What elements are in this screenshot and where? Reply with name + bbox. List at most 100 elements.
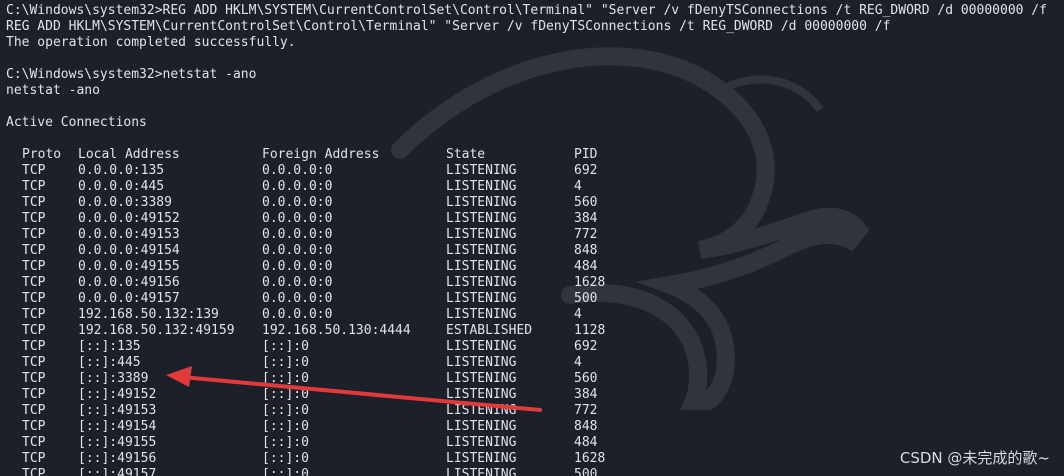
cell-proto: TCP: [22, 387, 46, 402]
cell-local-address: [::]:49157: [78, 467, 157, 476]
cell-proto: TCP: [22, 259, 46, 274]
cell-local-address: 0.0.0.0:49157: [78, 291, 180, 306]
cell-pid: 4: [574, 307, 582, 322]
cell-pid: 384: [574, 211, 598, 226]
cell-local-address: [::]:49156: [78, 451, 157, 466]
cell-state: LISTENING: [446, 435, 517, 450]
table-row: TCP 0.0.0.0:49156 0.0.0.0:0 LISTENING 1628: [6, 275, 1064, 291]
cell-proto: TCP: [22, 243, 46, 258]
cell-state: LISTENING: [446, 403, 517, 418]
cell-local-address: [::]:49153: [78, 403, 157, 418]
terminal-output[interactable]: C:\Windows\system32>REG ADD HKLM\SYSTEM\…: [6, 3, 1064, 476]
table-row: TCP 0.0.0.0:49155 0.0.0.0:0 LISTENING 484: [6, 259, 1064, 275]
cell-foreign-address: 0.0.0.0:0: [262, 259, 333, 274]
table-row: TCP 0.0.0.0:445 0.0.0.0:0 LISTENING 4: [6, 179, 1064, 195]
cell-proto: TCP: [22, 291, 46, 306]
cell-proto: TCP: [22, 227, 46, 242]
cell-state: LISTENING: [446, 339, 517, 354]
cell-local-address: [::]:445: [78, 355, 141, 370]
cell-proto: TCP: [22, 307, 46, 322]
table-row: TCP [::]:49152 [::]:0 LISTENING 384: [6, 387, 1064, 403]
csdn-watermark: CSDN @未完成的歌~: [899, 449, 1050, 467]
terminal-line: C:\Windows\system32>netstat -ano: [6, 67, 257, 82]
cell-proto: TCP: [22, 403, 46, 418]
cell-local-address: 0.0.0.0:445: [78, 179, 165, 194]
terminal-line: REG ADD HKLM\SYSTEM\CurrentControlSet\Co…: [6, 19, 891, 34]
table-row: TCP [::]:3389 [::]:0 LISTENING 560: [6, 371, 1064, 387]
cell-pid: 772: [574, 403, 598, 418]
cell-foreign-address: [::]:0: [262, 451, 309, 466]
cell-foreign-address: [::]:0: [262, 371, 309, 386]
cell-local-address: [::]:3389: [78, 371, 149, 386]
cell-local-address: [::]:49152: [78, 387, 157, 402]
cell-foreign-address: 0.0.0.0:0: [262, 243, 333, 258]
terminal-line: Active Connections: [6, 115, 147, 130]
cell-local-address: [::]:49155: [78, 435, 157, 450]
cell-state: LISTENING: [446, 211, 517, 226]
cell-pid: 1628: [574, 275, 606, 290]
cell-proto: TCP: [22, 211, 46, 226]
cell-proto: TCP: [22, 355, 46, 370]
cell-local-address: 0.0.0.0:49155: [78, 259, 180, 274]
cell-pid: 1628: [574, 451, 606, 466]
cell-local-address: 0.0.0.0:49154: [78, 243, 180, 258]
cell-state: LISTENING: [446, 243, 517, 258]
cell-pid: 772: [574, 227, 598, 242]
cell-state: LISTENING: [446, 467, 517, 476]
cell-state: LISTENING: [446, 371, 517, 386]
cell-local-address: [::]:49154: [78, 419, 157, 434]
cell-pid: 1128: [574, 323, 606, 338]
cell-pid: 384: [574, 387, 598, 402]
cell-state: LISTENING: [446, 163, 517, 178]
cell-pid: 560: [574, 195, 598, 210]
cell-proto: TCP: [22, 467, 46, 476]
header-pid: PID: [574, 147, 598, 162]
cell-pid: 500: [574, 467, 598, 476]
cell-pid: 848: [574, 243, 598, 258]
cell-local-address: 0.0.0.0:135: [78, 163, 165, 178]
cell-pid: 484: [574, 259, 598, 274]
header-local-address: Local Address: [78, 147, 180, 162]
table-row: TCP 0.0.0.0:49152 0.0.0.0:0 LISTENING 384: [6, 211, 1064, 227]
cell-pid: 4: [574, 179, 582, 194]
table-row: TCP [::]:49153 [::]:0 LISTENING 772: [6, 403, 1064, 419]
cell-local-address: 0.0.0.0:49153: [78, 227, 180, 242]
cell-pid: 484: [574, 435, 598, 450]
cell-proto: TCP: [22, 323, 46, 338]
cell-local-address: 192.168.50.132:49159: [78, 323, 235, 338]
terminal-line: netstat -ano: [6, 83, 100, 98]
table-row: TCP 0.0.0.0:49153 0.0.0.0:0 LISTENING 772: [6, 227, 1064, 243]
cell-proto: TCP: [22, 435, 46, 450]
cell-local-address: 192.168.50.132:139: [78, 307, 219, 322]
cell-state: LISTENING: [446, 291, 517, 306]
table-row: TCP 192.168.50.132:49159 192.168.50.130:44…: [6, 323, 1064, 339]
cell-state: LISTENING: [446, 259, 517, 274]
cell-foreign-address: 0.0.0.0:0: [262, 227, 333, 242]
table-row: TCP 0.0.0.0:49157 0.0.0.0:0 LISTENING 500: [6, 291, 1064, 307]
cell-state: LISTENING: [446, 355, 517, 370]
cell-state: LISTENING: [446, 227, 517, 242]
cell-proto: TCP: [22, 339, 46, 354]
cell-state: LISTENING: [446, 451, 517, 466]
cell-proto: TCP: [22, 163, 46, 178]
table-row: TCP 192.168.50.132:139 0.0.0.0:0 LISTENING 4: [6, 307, 1064, 323]
cell-pid: 500: [574, 291, 598, 306]
cell-state: ESTABLISHED: [446, 323, 533, 338]
table-row: TCP 0.0.0.0:135 0.0.0.0:0 LISTENING 692: [6, 163, 1064, 179]
cell-foreign-address: [::]:0: [262, 435, 309, 450]
table-row: TCP [::]:135 [::]:0 LISTENING 692: [6, 339, 1064, 355]
table-row: TCP [::]:445 [::]:0 LISTENING 4: [6, 355, 1064, 371]
cell-foreign-address: 192.168.50.130:4444: [262, 323, 411, 338]
cell-proto: TCP: [22, 195, 46, 210]
cell-pid: 692: [574, 163, 598, 178]
table-row: TCP [::]:49157 [::]:0 LISTENING 500: [6, 467, 1064, 476]
cell-foreign-address: [::]:0: [262, 403, 309, 418]
cell-local-address: 0.0.0.0:49156: [78, 275, 180, 290]
cell-foreign-address: [::]:0: [262, 355, 309, 370]
terminal-line: The operation completed successfully.: [6, 35, 296, 50]
cell-proto: TCP: [22, 451, 46, 466]
header-proto: Proto: [22, 147, 62, 162]
